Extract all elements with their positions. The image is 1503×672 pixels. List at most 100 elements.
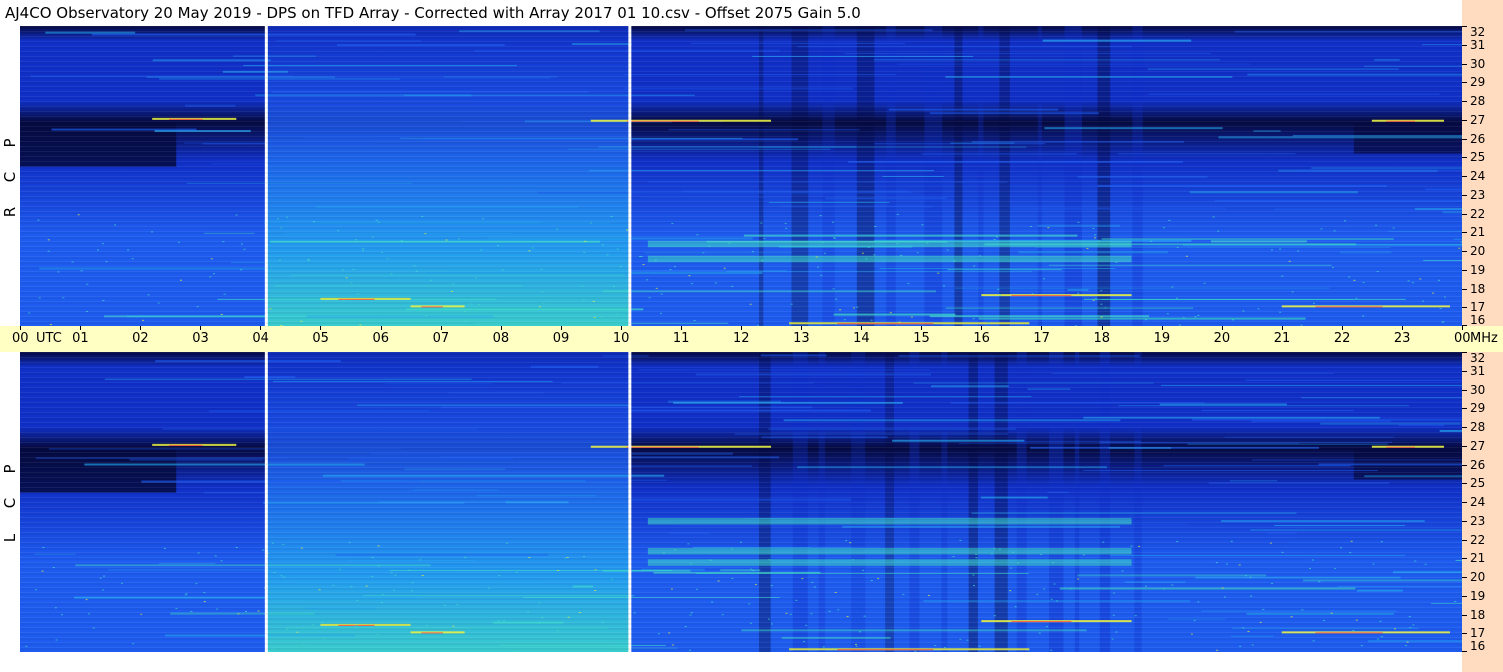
- spectrogram-speckle: [896, 243, 899, 245]
- spectrogram-streak: [1423, 259, 1462, 261]
- spectrogram-speckle: [642, 264, 645, 266]
- spectrogram-speckle: [944, 647, 947, 649]
- spectrogram-speckle: [1407, 280, 1410, 282]
- spectrogram-streak: [1224, 436, 1395, 438]
- spectrogram-speckle: [1182, 317, 1185, 319]
- spectrogram-vertical-band: [791, 26, 809, 326]
- spectrogram-burst: [421, 306, 443, 308]
- time-tick: [921, 326, 923, 330]
- spectrogram-speckle: [657, 633, 660, 635]
- spectrogram-streak: [35, 457, 288, 459]
- spectrogram-streak: [162, 428, 477, 430]
- spectrogram-streak: [129, 458, 264, 461]
- spectrogram-speckle: [1069, 588, 1072, 590]
- freq-tick: [1462, 269, 1467, 271]
- spectrogram-speckle: [380, 251, 383, 253]
- spectrogram-speckle: [566, 556, 569, 558]
- spectrogram-streak: [492, 621, 564, 624]
- spectrogram-speckle: [25, 645, 28, 647]
- spectrogram-streak: [412, 489, 499, 491]
- spectrogram-speckle: [731, 577, 734, 579]
- spectrogram-speckle: [151, 231, 154, 233]
- spectrogram-streak: [1247, 73, 1462, 76]
- spectrogram-speckle: [1355, 619, 1358, 621]
- spectrogram-burst: [626, 446, 699, 448]
- spectrogram-speckle: [1322, 619, 1325, 621]
- spectrogram-burst: [1386, 446, 1416, 448]
- spectrogram-speckle: [365, 585, 368, 587]
- time-tick-label: 02: [132, 331, 149, 346]
- spectrogram-speckle: [583, 556, 586, 558]
- spectrogram-speckle: [1312, 302, 1315, 304]
- spectrogram-streak: [760, 354, 827, 357]
- spectrogram-streak: [668, 129, 860, 131]
- spectrogram-speckle: [357, 293, 360, 295]
- spectrogram-speckle: [1094, 298, 1097, 300]
- spectrogram-speckle: [1145, 585, 1148, 587]
- spectrogram-streak: [1110, 554, 1406, 556]
- spectrogram-speckle: [375, 219, 378, 221]
- spectrogram-streak: [1191, 418, 1462, 421]
- spectrogram-speckle: [1332, 267, 1335, 269]
- time-tick: [1101, 326, 1103, 330]
- spectrogram-speckle: [300, 547, 303, 549]
- spectrogram-speckle: [62, 297, 65, 299]
- corner-block: [1462, 0, 1503, 26]
- data-gap-line: [264, 352, 268, 652]
- spectrogram-speckle: [480, 249, 483, 251]
- spectrogram-speckle: [583, 252, 586, 254]
- spectrogram-speckle: [38, 297, 41, 299]
- spectrogram-streak: [154, 130, 251, 133]
- spectrogram-speckle: [731, 548, 734, 550]
- time-tick-label: 07: [432, 331, 450, 346]
- spectrogram-speckle: [760, 222, 763, 224]
- spectrogram-speckle: [445, 239, 448, 241]
- spectrogram-speckle: [1320, 228, 1323, 230]
- spectrogram-speckle: [377, 545, 380, 547]
- spectrogram-speckle: [278, 259, 281, 261]
- spectrogram-speckle: [1239, 645, 1242, 647]
- time-tick-label: 05: [312, 331, 329, 346]
- spectrogram-streak: [929, 315, 1150, 318]
- spectrogram-speckle: [506, 542, 509, 544]
- spectrogram-speckle: [1432, 292, 1435, 294]
- spectrogram-streak: [1118, 405, 1409, 407]
- spectrogram-speckle: [1230, 540, 1233, 542]
- spectrogram-burst: [169, 444, 203, 446]
- time-tick: [320, 326, 322, 330]
- spectrogram-speckle: [464, 320, 467, 322]
- spectrogram-streak: [1047, 491, 1069, 493]
- spectrogram-streak: [873, 59, 1221, 61]
- spectrogram-dark-region: [1353, 123, 1462, 154]
- spectrogram-speckle: [61, 614, 64, 616]
- spectrogram-speckle: [222, 241, 225, 243]
- spectrogram-speckle: [959, 539, 962, 541]
- spectrogram-speckle: [1176, 246, 1179, 248]
- spectrogram-speckle: [262, 549, 265, 551]
- spectrogram-speckle: [690, 283, 693, 285]
- spectrogram-streak: [561, 382, 814, 384]
- spectrogram-streak: [602, 290, 936, 293]
- spectrogram-streak: [653, 571, 821, 574]
- freq-tick: [1462, 157, 1467, 159]
- spectrogram-streak: [1117, 153, 1296, 155]
- spectrogram-speckle: [602, 621, 605, 623]
- freq-tick: [1462, 44, 1467, 46]
- side-label-letter: P: [1, 464, 19, 474]
- spectrogram-speckle: [937, 272, 940, 274]
- spectrogram-speckle: [1291, 291, 1294, 293]
- freq-tick: [1462, 520, 1467, 522]
- spectrogram-speckle: [1290, 616, 1293, 618]
- spectrogram-speckle: [1092, 299, 1095, 301]
- spectrogram-speckle: [1281, 551, 1284, 553]
- spectrogram-streak: [669, 532, 710, 535]
- spectrogram-speckle: [1086, 248, 1089, 250]
- spectrogram-streak: [648, 181, 1008, 183]
- spectrogram-speckle: [822, 646, 825, 648]
- spectrogram-streak: [677, 525, 907, 527]
- spectrogram-speckle: [688, 275, 691, 277]
- spectrogram-speckle: [272, 648, 275, 650]
- spectrogram-speckle: [594, 590, 597, 592]
- spectrogram-streak: [913, 382, 1154, 384]
- spectrogram-streak: [426, 272, 763, 275]
